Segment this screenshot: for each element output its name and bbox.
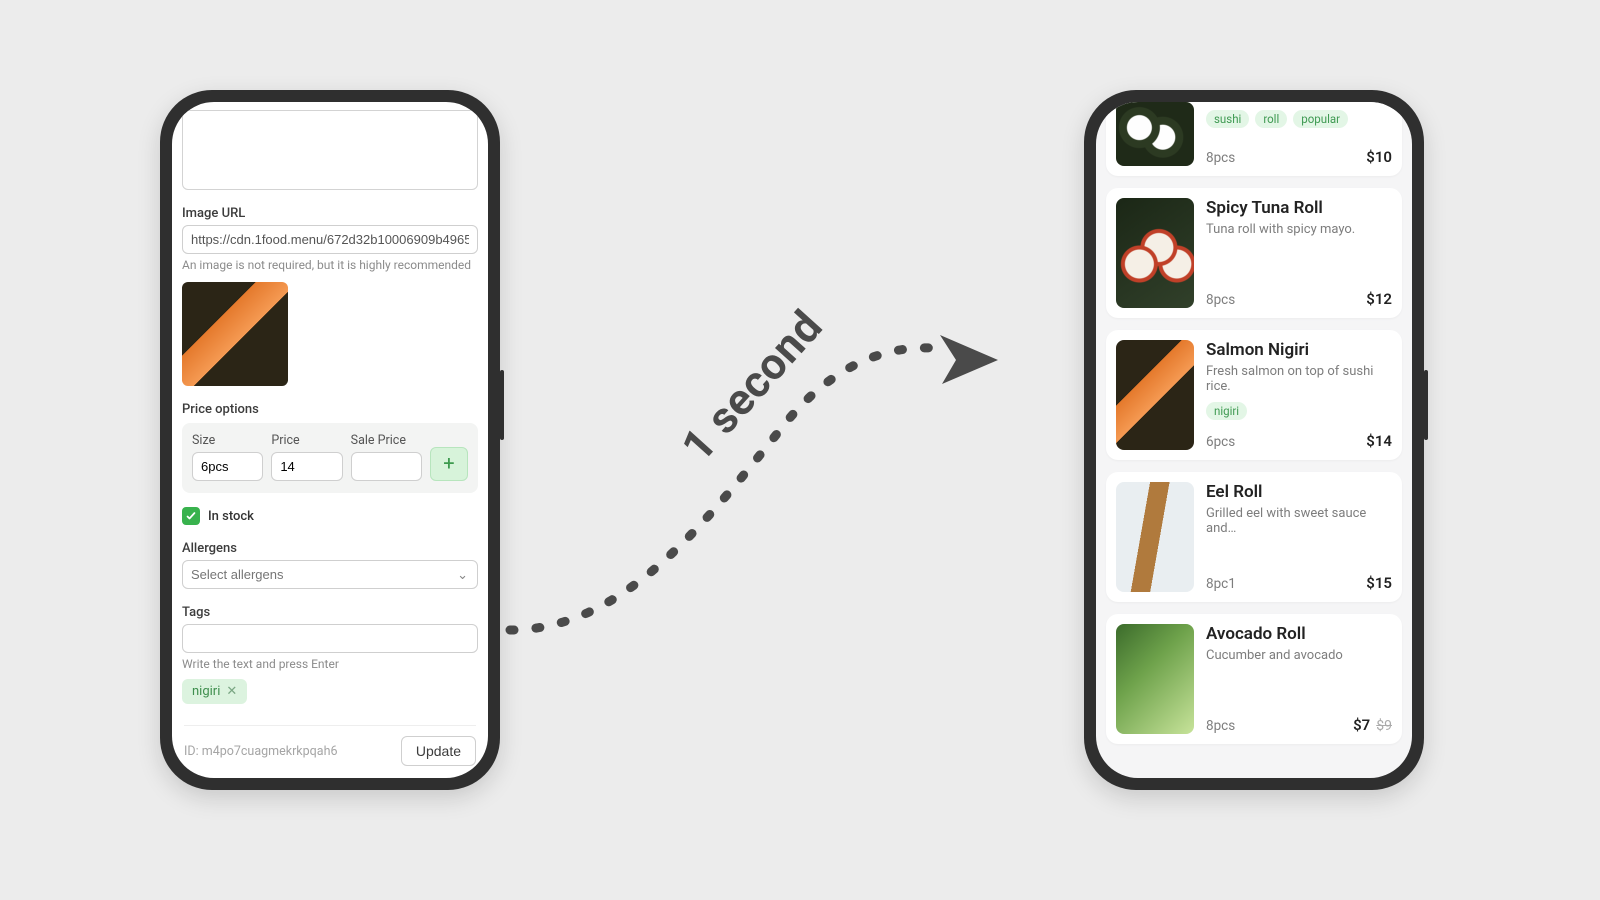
menu-item-name: Salmon Nigiri xyxy=(1206,340,1392,360)
tags-hint: Write the text and press Enter xyxy=(182,657,478,671)
tags-label: Tags xyxy=(182,605,478,620)
size-input[interactable] xyxy=(192,452,263,481)
tag-chip[interactable]: nigiri ✕ xyxy=(182,679,247,704)
menu-item-name: Eel Roll xyxy=(1206,482,1392,502)
menu-item-card[interactable]: sushi roll popular 8pcs $10 xyxy=(1106,102,1402,176)
menu-item-image xyxy=(1116,102,1194,166)
sale-price-input[interactable] xyxy=(351,452,422,481)
instock-label: In stock xyxy=(208,509,254,524)
menu-item-name: Avocado Roll xyxy=(1206,624,1392,644)
editor-phone-frame: Image URL An image is not required, but … xyxy=(160,90,500,790)
price-options-panel: Size Price Sale Price + xyxy=(182,423,478,493)
menu-item-qty: 8pcs xyxy=(1206,292,1235,308)
menu-item-price: $12 xyxy=(1366,290,1392,308)
menu-item-qty: 8pc1 xyxy=(1206,576,1236,592)
sale-price-label: Sale Price xyxy=(351,433,422,448)
record-id: ID: m4po7cuagmekrkpqah6 xyxy=(184,744,337,759)
menu-item-desc: Cucumber and avocado xyxy=(1206,648,1392,663)
menu-item-qty: 6pcs xyxy=(1206,434,1235,450)
size-label: Size xyxy=(192,433,263,448)
menu-item-image xyxy=(1116,340,1194,450)
menu-item-card[interactable]: Eel Roll Grilled eel with sweet sauce and… xyxy=(1106,472,1402,602)
price-input[interactable] xyxy=(271,452,342,481)
editor-screen: Image URL An image is not required, but … xyxy=(172,102,488,778)
menu-item-image xyxy=(1116,198,1194,308)
menu-item-price: $14 xyxy=(1366,432,1392,450)
menu-item-name: Spicy Tuna Roll xyxy=(1206,198,1392,218)
instock-checkbox[interactable] xyxy=(182,507,200,525)
image-thumbnail[interactable] xyxy=(182,282,288,386)
image-url-input[interactable] xyxy=(182,225,478,254)
menu-item-price: $10 xyxy=(1366,148,1392,166)
menu-item-card[interactable]: Avocado Roll Cucumber and avocado 8pcs $7$9 xyxy=(1106,614,1402,744)
menu-item-tags: nigiri xyxy=(1206,402,1392,420)
update-button[interactable]: Update xyxy=(401,736,476,766)
tag-remove-icon[interactable]: ✕ xyxy=(226,684,237,699)
tag-pill: roll xyxy=(1255,110,1287,128)
menu-item-image xyxy=(1116,482,1194,592)
menu-item-desc: Grilled eel with sweet sauce and… xyxy=(1206,506,1392,536)
menu-item-price: $7$9 xyxy=(1353,716,1392,734)
image-url-hint: An image is not required, but it is high… xyxy=(182,258,478,272)
price-options-label: Price options xyxy=(182,402,478,417)
chevron-down-icon: ⌄ xyxy=(457,568,468,583)
tag-pill: nigiri xyxy=(1206,402,1247,420)
menu-item-card[interactable]: Spicy Tuna Roll Tuna roll with spicy mayo… xyxy=(1106,188,1402,318)
menu-item-tags: sushi roll popular xyxy=(1206,110,1392,128)
tag-pill: sushi xyxy=(1206,110,1249,128)
menu-item-price: $15 xyxy=(1366,574,1392,592)
tag-chip-label: nigiri xyxy=(192,684,220,699)
description-textarea[interactable] xyxy=(182,110,478,190)
menu-item-qty: 8pcs xyxy=(1206,150,1235,166)
menu-item-desc: Fresh salmon on top of sushi rice. xyxy=(1206,364,1392,394)
menu-item-old-price: $9 xyxy=(1376,718,1392,734)
sync-arrow-label: 1 second xyxy=(671,300,833,471)
add-price-button[interactable]: + xyxy=(430,447,468,481)
image-url-label: Image URL xyxy=(182,206,478,221)
allergens-label: Allergens xyxy=(182,541,478,556)
tags-input[interactable] xyxy=(182,624,478,653)
menu-item-card[interactable]: Salmon Nigiri Fresh salmon on top of sush… xyxy=(1106,330,1402,460)
menu-item-qty: 8pcs xyxy=(1206,718,1235,734)
menu-item-image xyxy=(1116,624,1194,734)
menu-item-desc: Tuna roll with spicy mayo. xyxy=(1206,222,1392,237)
menu-phone-frame: sushi roll popular 8pcs $10 Spicy Tuna Roll Tu… xyxy=(1084,90,1424,790)
allergens-select[interactable] xyxy=(182,560,478,589)
menu-screen[interactable]: sushi roll popular 8pcs $10 Spicy Tuna Roll Tu… xyxy=(1096,102,1412,778)
price-label: Price xyxy=(271,433,342,448)
tag-pill: popular xyxy=(1293,110,1348,128)
